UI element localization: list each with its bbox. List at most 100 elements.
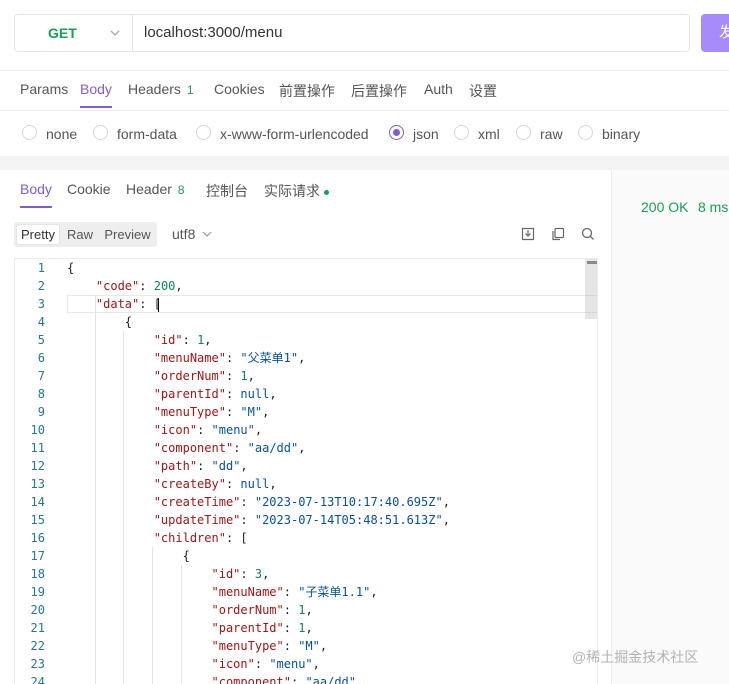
code-line: 1{	[15, 259, 597, 277]
code-line: 21 "parentId": 1,	[15, 619, 597, 637]
code-text: "menuType": "M",	[153, 405, 270, 419]
radio-circle	[454, 125, 469, 140]
line-number: 19	[30, 585, 45, 599]
resp-tab-console[interactable]: 控制台	[206, 181, 248, 201]
code-line: 2 "code": 200,	[15, 277, 597, 295]
code-line: 10 "icon": "menu",	[15, 421, 597, 439]
view-raw-button[interactable]: Raw	[62, 225, 98, 244]
chevron-down-icon[interactable]	[201, 228, 213, 240]
tab-pre-operations[interactable]: 前置操作	[279, 81, 335, 101]
code-line: 6 "menuName": "父菜单1",	[15, 349, 597, 367]
radio-circle	[196, 125, 211, 140]
code-text: "id": 3,	[211, 567, 270, 581]
line-number: 20	[30, 603, 45, 617]
code-line: 22 "menuType": "M",	[15, 637, 597, 655]
scrollbar-marker	[587, 261, 597, 264]
code-text: "parentId": null,	[153, 387, 277, 401]
code-line: 15 "updateTime": "2023-07-14T05:48:51.61…	[15, 511, 597, 529]
copy-icon[interactable]	[550, 226, 566, 242]
code-line: 5 "id": 1,	[15, 331, 597, 349]
editor-scrollbar[interactable]	[585, 259, 597, 319]
code-line: 9 "menuType": "M",	[15, 403, 597, 421]
response-code-editor[interactable]: 1{2 "code": 200, 3 "data": [4 {5 "id": 1,…	[14, 258, 598, 684]
code-line: 18 "id": 3,	[15, 565, 597, 583]
line-number: 1	[37, 261, 45, 275]
divider	[0, 70, 729, 71]
url-input[interactable]: localhost:3000/menu	[133, 15, 689, 51]
tab-auth[interactable]: Auth	[424, 81, 453, 97]
code-line: 12 "path": "dd",	[15, 457, 597, 475]
view-pretty-button[interactable]: Pretty	[17, 225, 59, 244]
encoding-select[interactable]: utf8	[172, 226, 195, 242]
code-text: "createTime": "2023-07-13T10:17:40.695Z"…	[153, 495, 450, 509]
tab-body[interactable]: Body	[80, 81, 112, 108]
response-time: 8 ms	[698, 199, 729, 215]
code-text: "data": [	[95, 297, 161, 311]
tab-cookies[interactable]: Cookies	[214, 81, 265, 97]
radio-circle	[516, 125, 531, 140]
radio-circle	[93, 125, 108, 140]
line-number: 9	[37, 405, 45, 419]
code-line: 13 "createBy": null,	[15, 475, 597, 493]
status-dot-icon	[324, 189, 329, 195]
line-number: 7	[37, 369, 45, 383]
view-preview-button[interactable]: Preview	[101, 225, 154, 244]
search-icon[interactable]	[580, 226, 596, 242]
code-text: "children": [	[153, 531, 248, 545]
view-mode-toggle: Pretty Raw Preview	[14, 222, 157, 247]
code-line: 17 {	[15, 547, 597, 565]
tab-post-operations[interactable]: 后置操作	[351, 81, 407, 101]
resp-tab-cookie[interactable]: Cookie	[67, 181, 111, 197]
method-label: GET	[48, 25, 77, 41]
tab-headers[interactable]: Headers 1	[128, 81, 194, 97]
code-text: "menuName": "父菜单1",	[153, 351, 306, 365]
resp-tab-body[interactable]: Body	[20, 181, 52, 208]
text-cursor	[158, 298, 159, 312]
code-text: "icon": "menu",	[153, 423, 263, 437]
line-number: 24	[30, 675, 45, 684]
download-icon[interactable]	[520, 226, 536, 242]
code-text: "orderNum": 1,	[211, 603, 313, 617]
code-line: 7 "orderNum": 1,	[15, 367, 597, 385]
radio-circle	[22, 125, 37, 140]
line-number: 13	[30, 477, 45, 491]
line-number: 17	[30, 549, 45, 563]
method-select[interactable]: GET	[15, 15, 133, 51]
code-line: 11 "component": "aa/dd",	[15, 439, 597, 457]
code-text: "id": 1,	[153, 333, 212, 347]
active-tab-underline	[20, 206, 52, 208]
resp-tab-header[interactable]: Header 8	[126, 181, 185, 197]
code-line: 24 "component": "aa/dd",	[15, 673, 597, 684]
code-text: "orderNum": 1,	[153, 369, 255, 383]
code-text: "path": "dd",	[153, 459, 248, 473]
radio-circle	[578, 125, 593, 140]
line-number: 2	[37, 279, 45, 293]
code-line: 4 {	[15, 313, 597, 331]
divider	[0, 110, 729, 111]
code-text: "component": "aa/dd",	[153, 441, 306, 455]
code-text: "icon": "menu",	[211, 657, 320, 671]
tab-params[interactable]: Params	[20, 81, 68, 97]
code-line: 8 "parentId": null,	[15, 385, 597, 403]
tab-settings[interactable]: 设置	[469, 81, 497, 101]
line-number: 11	[30, 441, 45, 455]
active-tab-underline	[80, 106, 112, 108]
line-number: 21	[30, 621, 45, 635]
code-line: 20 "orderNum": 1,	[15, 601, 597, 619]
send-button[interactable]: 发	[701, 14, 729, 52]
resp-tab-actual-request[interactable]: 实际请求	[264, 181, 329, 201]
section-separator	[0, 156, 729, 170]
chevron-down-icon	[110, 30, 120, 36]
code-text: {	[67, 549, 190, 563]
code-line: 19 "menuName": "子菜单1.1",	[15, 583, 597, 601]
code-line: 23 "icon": "menu",	[15, 655, 597, 673]
code-line: 14 "createTime": "2023-07-13T10:17:40.69…	[15, 493, 597, 511]
line-number: 18	[30, 567, 45, 581]
code-line: 3 "data": [	[15, 295, 597, 313]
line-number: 6	[37, 351, 45, 365]
line-number: 5	[37, 333, 45, 347]
code-text: {	[67, 315, 133, 329]
status-code: 200 OK	[641, 199, 689, 215]
watermark: @稀土掘金技术社区	[572, 649, 699, 665]
code-text: "component": "aa/dd",	[211, 675, 364, 684]
